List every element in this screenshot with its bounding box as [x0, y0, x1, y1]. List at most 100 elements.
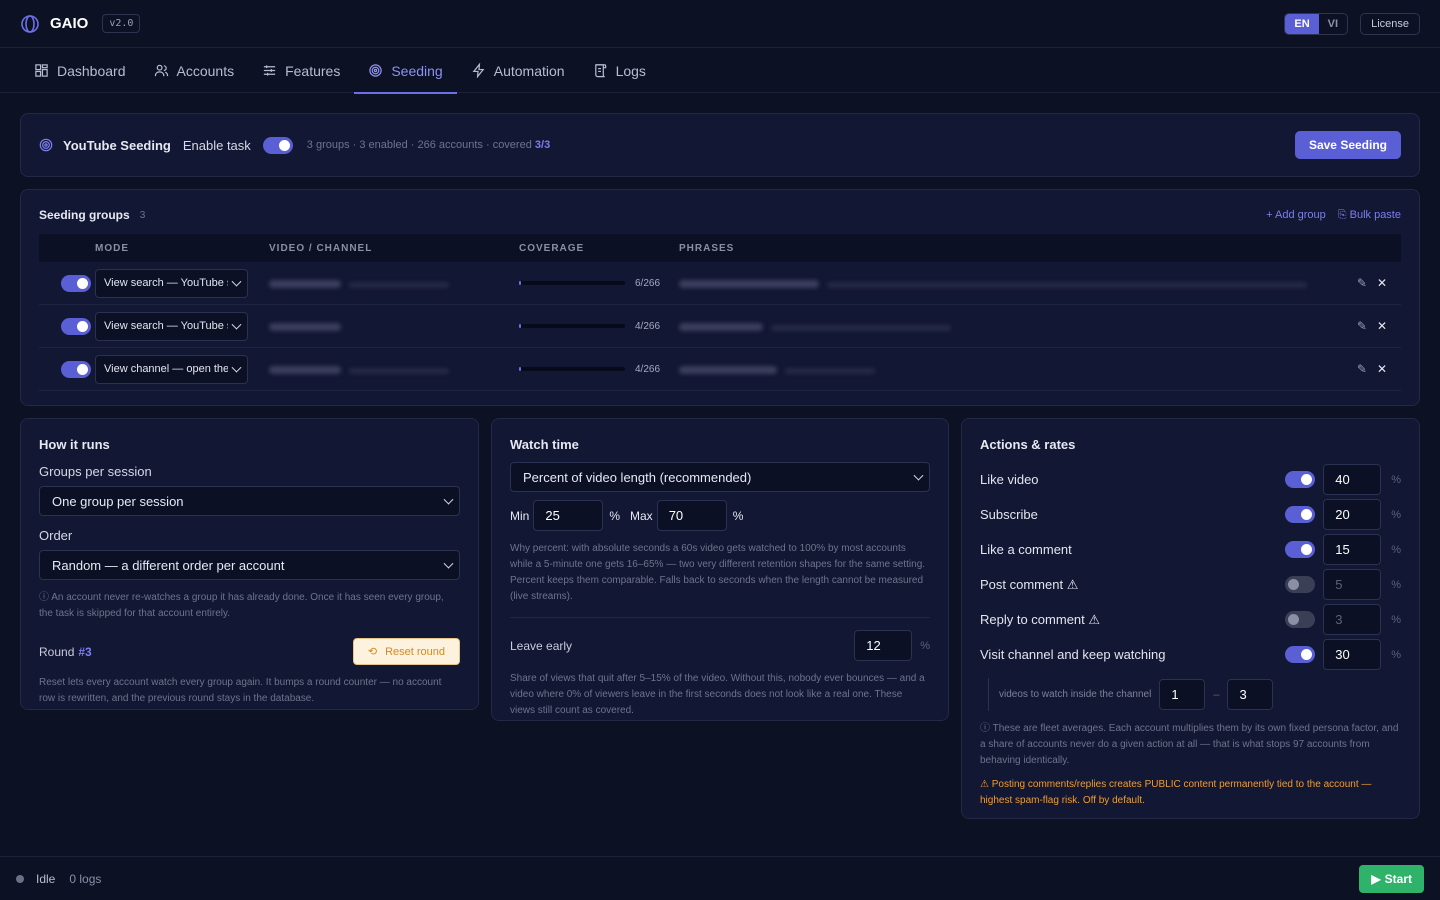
leave-early-pct: %	[920, 639, 930, 652]
app-title: GAIO	[50, 15, 89, 32]
max-pct: %	[732, 508, 744, 523]
bolt-icon	[472, 63, 485, 78]
close-icon[interactable]: ✕	[1377, 319, 1387, 333]
edit-icon[interactable]: ✎	[1357, 276, 1367, 290]
reset-note: Reset lets every account watch every gro…	[39, 677, 442, 704]
target-icon	[369, 64, 383, 77]
channel-videos-min-input[interactable]: 1	[1159, 679, 1206, 710]
mode-select[interactable]: View channel — open the channel	[95, 354, 248, 384]
action-row-like-video: Like video 40 %	[980, 462, 1401, 497]
action-row-like-comment: Like a comment 15 %	[980, 532, 1401, 567]
reply-comment-toggle[interactable]	[1285, 611, 1316, 628]
reset-round-button[interactable]: ⟲ Reset round	[352, 638, 460, 665]
groups-per-session-label: Groups per session	[39, 464, 152, 479]
group-enable-toggle[interactable]	[61, 317, 91, 335]
grid-icon	[35, 64, 48, 77]
action-row-reply-comment: Reply to comment ⚠ 3 %	[980, 602, 1401, 637]
round-number: #3	[78, 644, 92, 659]
action-row-subscribe: Subscribe 20 %	[980, 497, 1401, 532]
chevron-down-icon	[913, 470, 924, 481]
min-label: Min	[510, 508, 530, 523]
groups-per-session-select[interactable]: One group per session	[39, 486, 460, 516]
mode-select[interactable]: View search — YouTube search	[95, 268, 248, 298]
enable-task-toggle[interactable]	[262, 136, 293, 154]
edit-icon[interactable]: ✎	[1357, 319, 1367, 333]
seeding-groups-panel: Seeding groups 3 + Add group ⎘ Bulk past…	[20, 189, 1420, 406]
channel-videos-max-input[interactable]: 3	[1227, 679, 1274, 710]
phrases-cell	[679, 276, 1341, 291]
tab-seeding[interactable]: Seeding	[354, 48, 458, 94]
close-icon[interactable]: ✕	[1377, 362, 1387, 376]
add-group-button[interactable]: + Add group	[1266, 209, 1326, 222]
visit-channel-rate-input[interactable]: 30	[1323, 639, 1382, 670]
like-comment-rate-input[interactable]: 15	[1323, 534, 1382, 565]
col-coverage: COVERAGE	[519, 242, 585, 254]
coverage-bar	[519, 324, 625, 328]
status-dot	[16, 874, 24, 883]
lang-en-button[interactable]: EN	[1285, 13, 1319, 34]
order-label: Order	[39, 528, 73, 543]
start-button[interactable]: ▶ Start	[1359, 864, 1424, 893]
task-title: YouTube Seeding	[63, 137, 171, 153]
subscribe-rate-input[interactable]: 20	[1323, 499, 1382, 530]
tab-automation[interactable]: Automation	[457, 48, 579, 93]
coverage-bar	[519, 367, 625, 371]
min-input[interactable]: 25	[533, 500, 604, 531]
group-enable-toggle[interactable]	[61, 360, 91, 378]
edit-icon[interactable]: ✎	[1357, 362, 1367, 376]
max-label: Max	[630, 508, 653, 523]
round-label: Round	[39, 644, 75, 659]
actions-rates-card: Actions & rates Like video 40 % Subscrib…	[961, 418, 1420, 819]
lang-vi-button[interactable]: VI	[1319, 14, 1347, 34]
top-bar: GAIO v2.0 EN VI License	[0, 0, 1440, 48]
like-video-toggle[interactable]	[1285, 471, 1316, 488]
max-input[interactable]: 70	[656, 500, 727, 531]
groups-table-header: MODE VIDEO / CHANNEL COVERAGE PHRASES	[39, 234, 1401, 262]
status-text: Idle	[36, 871, 56, 886]
leave-early-input[interactable]: 12	[854, 630, 913, 661]
save-seeding-button[interactable]: Save Seeding	[1294, 131, 1401, 159]
groups-count: 3	[139, 209, 146, 221]
post-comment-toggle[interactable]	[1285, 576, 1316, 593]
enable-task-label: Enable task	[182, 137, 251, 153]
video-channel-cell	[269, 362, 519, 377]
like-video-rate-input[interactable]: 40	[1323, 464, 1382, 495]
group-enable-toggle[interactable]	[61, 274, 91, 292]
coverage-cell: 4/266	[519, 364, 679, 375]
tab-label: Logs	[615, 62, 646, 79]
chevron-down-icon	[443, 558, 454, 569]
watch-mode-select[interactable]: Percent of video length (recommended)	[510, 462, 930, 492]
log-count: 0 logs	[69, 871, 102, 886]
tab-label: Automation	[493, 62, 565, 79]
sliders-icon	[263, 65, 276, 76]
mode-select[interactable]: View search — YouTube search	[95, 311, 248, 341]
license-button[interactable]: License	[1360, 12, 1420, 35]
bulk-paste-button[interactable]: ⎘ Bulk paste	[1338, 209, 1401, 222]
reset-icon: ⟲	[367, 646, 378, 658]
language-switch: EN VI	[1284, 12, 1349, 35]
status-bar: Idle 0 logs ▶ Start	[0, 856, 1440, 900]
main-nav: Dashboard Accounts Features Seeding Auto…	[0, 48, 1440, 94]
scroll-icon	[594, 64, 606, 78]
tab-features[interactable]: Features	[248, 48, 354, 93]
visit-channel-toggle[interactable]	[1285, 646, 1316, 663]
leave-early-label: Leave early	[510, 638, 573, 653]
tab-logs[interactable]: Logs	[579, 48, 660, 93]
like-comment-toggle[interactable]	[1285, 541, 1316, 558]
tab-dashboard[interactable]: Dashboard	[20, 48, 140, 93]
target-icon	[39, 138, 53, 152]
fleet-averages-note: ⓘ These are fleet averages. Each account…	[980, 723, 1399, 766]
task-summary: 3 groups · 3 enabled · 266 accounts · co…	[306, 139, 551, 151]
close-icon[interactable]: ✕	[1377, 276, 1387, 290]
rewatch-note: ⓘ An account never re-watches a group it…	[39, 592, 444, 619]
order-select[interactable]: Random — a different order per account	[39, 550, 460, 580]
reply-comment-rate-input[interactable]: 3	[1323, 604, 1382, 635]
video-channel-cell	[269, 319, 519, 334]
tab-accounts[interactable]: Accounts	[140, 48, 249, 93]
phrases-cell	[679, 362, 1341, 377]
subscribe-toggle[interactable]	[1285, 506, 1316, 523]
post-comment-rate-input[interactable]: 5	[1323, 569, 1382, 600]
tab-label: Seeding	[391, 62, 443, 79]
chevron-down-icon	[231, 319, 242, 330]
table-row: View search — YouTube search 4/266 ✎ ✕	[39, 305, 1401, 348]
